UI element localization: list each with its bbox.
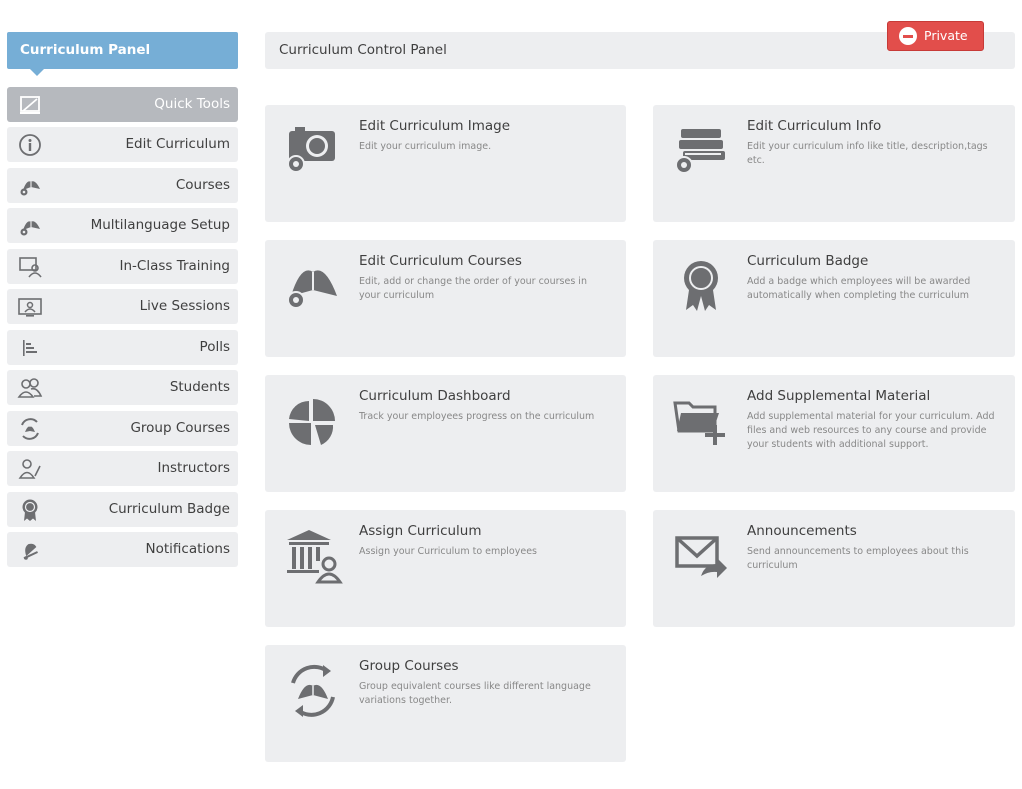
sidebar-item-label: Courses	[175, 177, 230, 193]
sidebar-item-label: Curriculum Badge	[108, 501, 230, 517]
quick-tools-icon	[17, 92, 43, 118]
open-book-gear-icon	[283, 256, 343, 316]
card-description: Assign your Curriculum to employees	[359, 546, 538, 557]
card-description: Edit, add or change the order of your co…	[359, 276, 587, 301]
badge-icon	[671, 256, 731, 316]
card-assign-curriculum[interactable]: Assign Curriculum Assign your Curriculum…	[265, 510, 626, 627]
camera-gear-icon	[283, 121, 343, 181]
curriculum-panel-header: Curriculum Panel	[7, 32, 238, 76]
sidebar-item-students[interactable]: Students	[7, 370, 238, 405]
card-edit-curriculum-image[interactable]: Edit Curriculum Image Edit your curricul…	[265, 105, 626, 222]
poll-icon	[17, 335, 43, 361]
sidebar-item-label: Edit Curriculum	[125, 136, 230, 152]
folder-add-icon	[671, 391, 731, 451]
card-edit-curriculum-courses[interactable]: Edit Curriculum Courses Edit, add or cha…	[265, 240, 626, 357]
sidebar-item-edit-curriculum[interactable]: Edit Curriculum	[7, 127, 238, 162]
sidebar-item-label: Live Sessions	[139, 298, 230, 314]
sidebar-item-label: Group Courses	[130, 420, 230, 436]
private-button-label: Private	[924, 28, 968, 43]
card-edit-curriculum-info[interactable]: Edit Curriculum Info Edit your curriculu…	[653, 105, 1015, 222]
card-title: Edit Curriculum Image	[359, 118, 511, 134]
card-description: Edit your curriculum image.	[359, 141, 492, 152]
group-courses-icon	[17, 416, 43, 442]
sidebar-item-label: Students	[169, 379, 230, 395]
sidebar-item-label: In-Class Training	[119, 258, 231, 274]
card-title: Group Courses	[359, 658, 459, 674]
info-icon	[17, 132, 43, 158]
sidebar-item-courses[interactable]: Courses	[7, 168, 238, 203]
envelope-share-icon	[671, 526, 731, 586]
card-description: Send announcements to employees about th…	[747, 546, 969, 571]
card-title: Add Supplemental Material	[747, 388, 931, 404]
sidebar-item-label: Quick Tools	[154, 96, 230, 112]
card-description: Add supplemental material for your curri…	[747, 411, 995, 450]
card-group-courses[interactable]: Group Courses Group equivalent courses l…	[265, 645, 626, 762]
card-title: Curriculum Badge	[747, 253, 869, 269]
card-description: Group equivalent courses like different …	[359, 681, 591, 706]
sidebar-item-notifications[interactable]: Notifications	[7, 532, 238, 567]
card-title: Curriculum Dashboard	[359, 388, 511, 404]
sidebar-item-polls[interactable]: Polls	[7, 330, 238, 365]
sidebar-item-live-sessions[interactable]: Live Sessions	[7, 289, 238, 324]
badge-icon	[17, 497, 43, 523]
sidebar-item-instructors[interactable]: Instructors	[7, 451, 238, 486]
books-gear-icon	[671, 121, 731, 181]
book-gear-icon	[17, 213, 43, 239]
card-title: Edit Curriculum Info	[747, 118, 882, 134]
institution-user-icon	[283, 526, 343, 586]
page-title: Curriculum Control Panel	[279, 42, 447, 58]
instructor-icon	[17, 456, 43, 482]
card-curriculum-badge[interactable]: Curriculum Badge Add a badge which emplo…	[653, 240, 1015, 357]
book-gear-icon	[17, 173, 43, 199]
card-title: Assign Curriculum	[359, 523, 482, 539]
bell-icon	[17, 537, 43, 563]
sidebar-item-label: Polls	[199, 339, 230, 355]
live-session-icon	[17, 294, 43, 320]
card-description: Edit your curriculum info like title, de…	[747, 141, 988, 166]
card-add-supplemental-material[interactable]: Add Supplemental Material Add supplement…	[653, 375, 1015, 492]
pie-chart-icon	[283, 391, 343, 451]
sidebar-item-label: Multilanguage Setup	[90, 217, 230, 233]
sidebar-item-label: Notifications	[145, 541, 231, 557]
card-title: Edit Curriculum Courses	[359, 253, 522, 269]
students-icon	[17, 375, 43, 401]
sidebar-item-in-class-training[interactable]: In-Class Training	[7, 249, 238, 284]
sidebar-item-label: Instructors	[157, 460, 230, 476]
card-description: Add a badge which employees will be awar…	[747, 276, 971, 301]
classroom-icon	[17, 254, 43, 280]
sidebar-item-multilanguage-setup[interactable]: Multilanguage Setup	[7, 208, 238, 243]
no-entry-icon	[899, 27, 917, 45]
sidebar-item-group-courses[interactable]: Group Courses	[7, 411, 238, 446]
card-description: Track your employees progress on the cur…	[359, 411, 595, 422]
sidebar-item-quick-tools[interactable]: Quick Tools	[7, 87, 238, 122]
card-title: Announcements	[747, 523, 857, 539]
private-button[interactable]: Private	[887, 21, 984, 51]
sidebar-item-curriculum-badge[interactable]: Curriculum Badge	[7, 492, 238, 527]
card-curriculum-dashboard[interactable]: Curriculum Dashboard Track your employee…	[265, 375, 626, 492]
group-courses-icon	[283, 661, 343, 721]
card-announcements[interactable]: Announcements Send announcements to empl…	[653, 510, 1015, 627]
